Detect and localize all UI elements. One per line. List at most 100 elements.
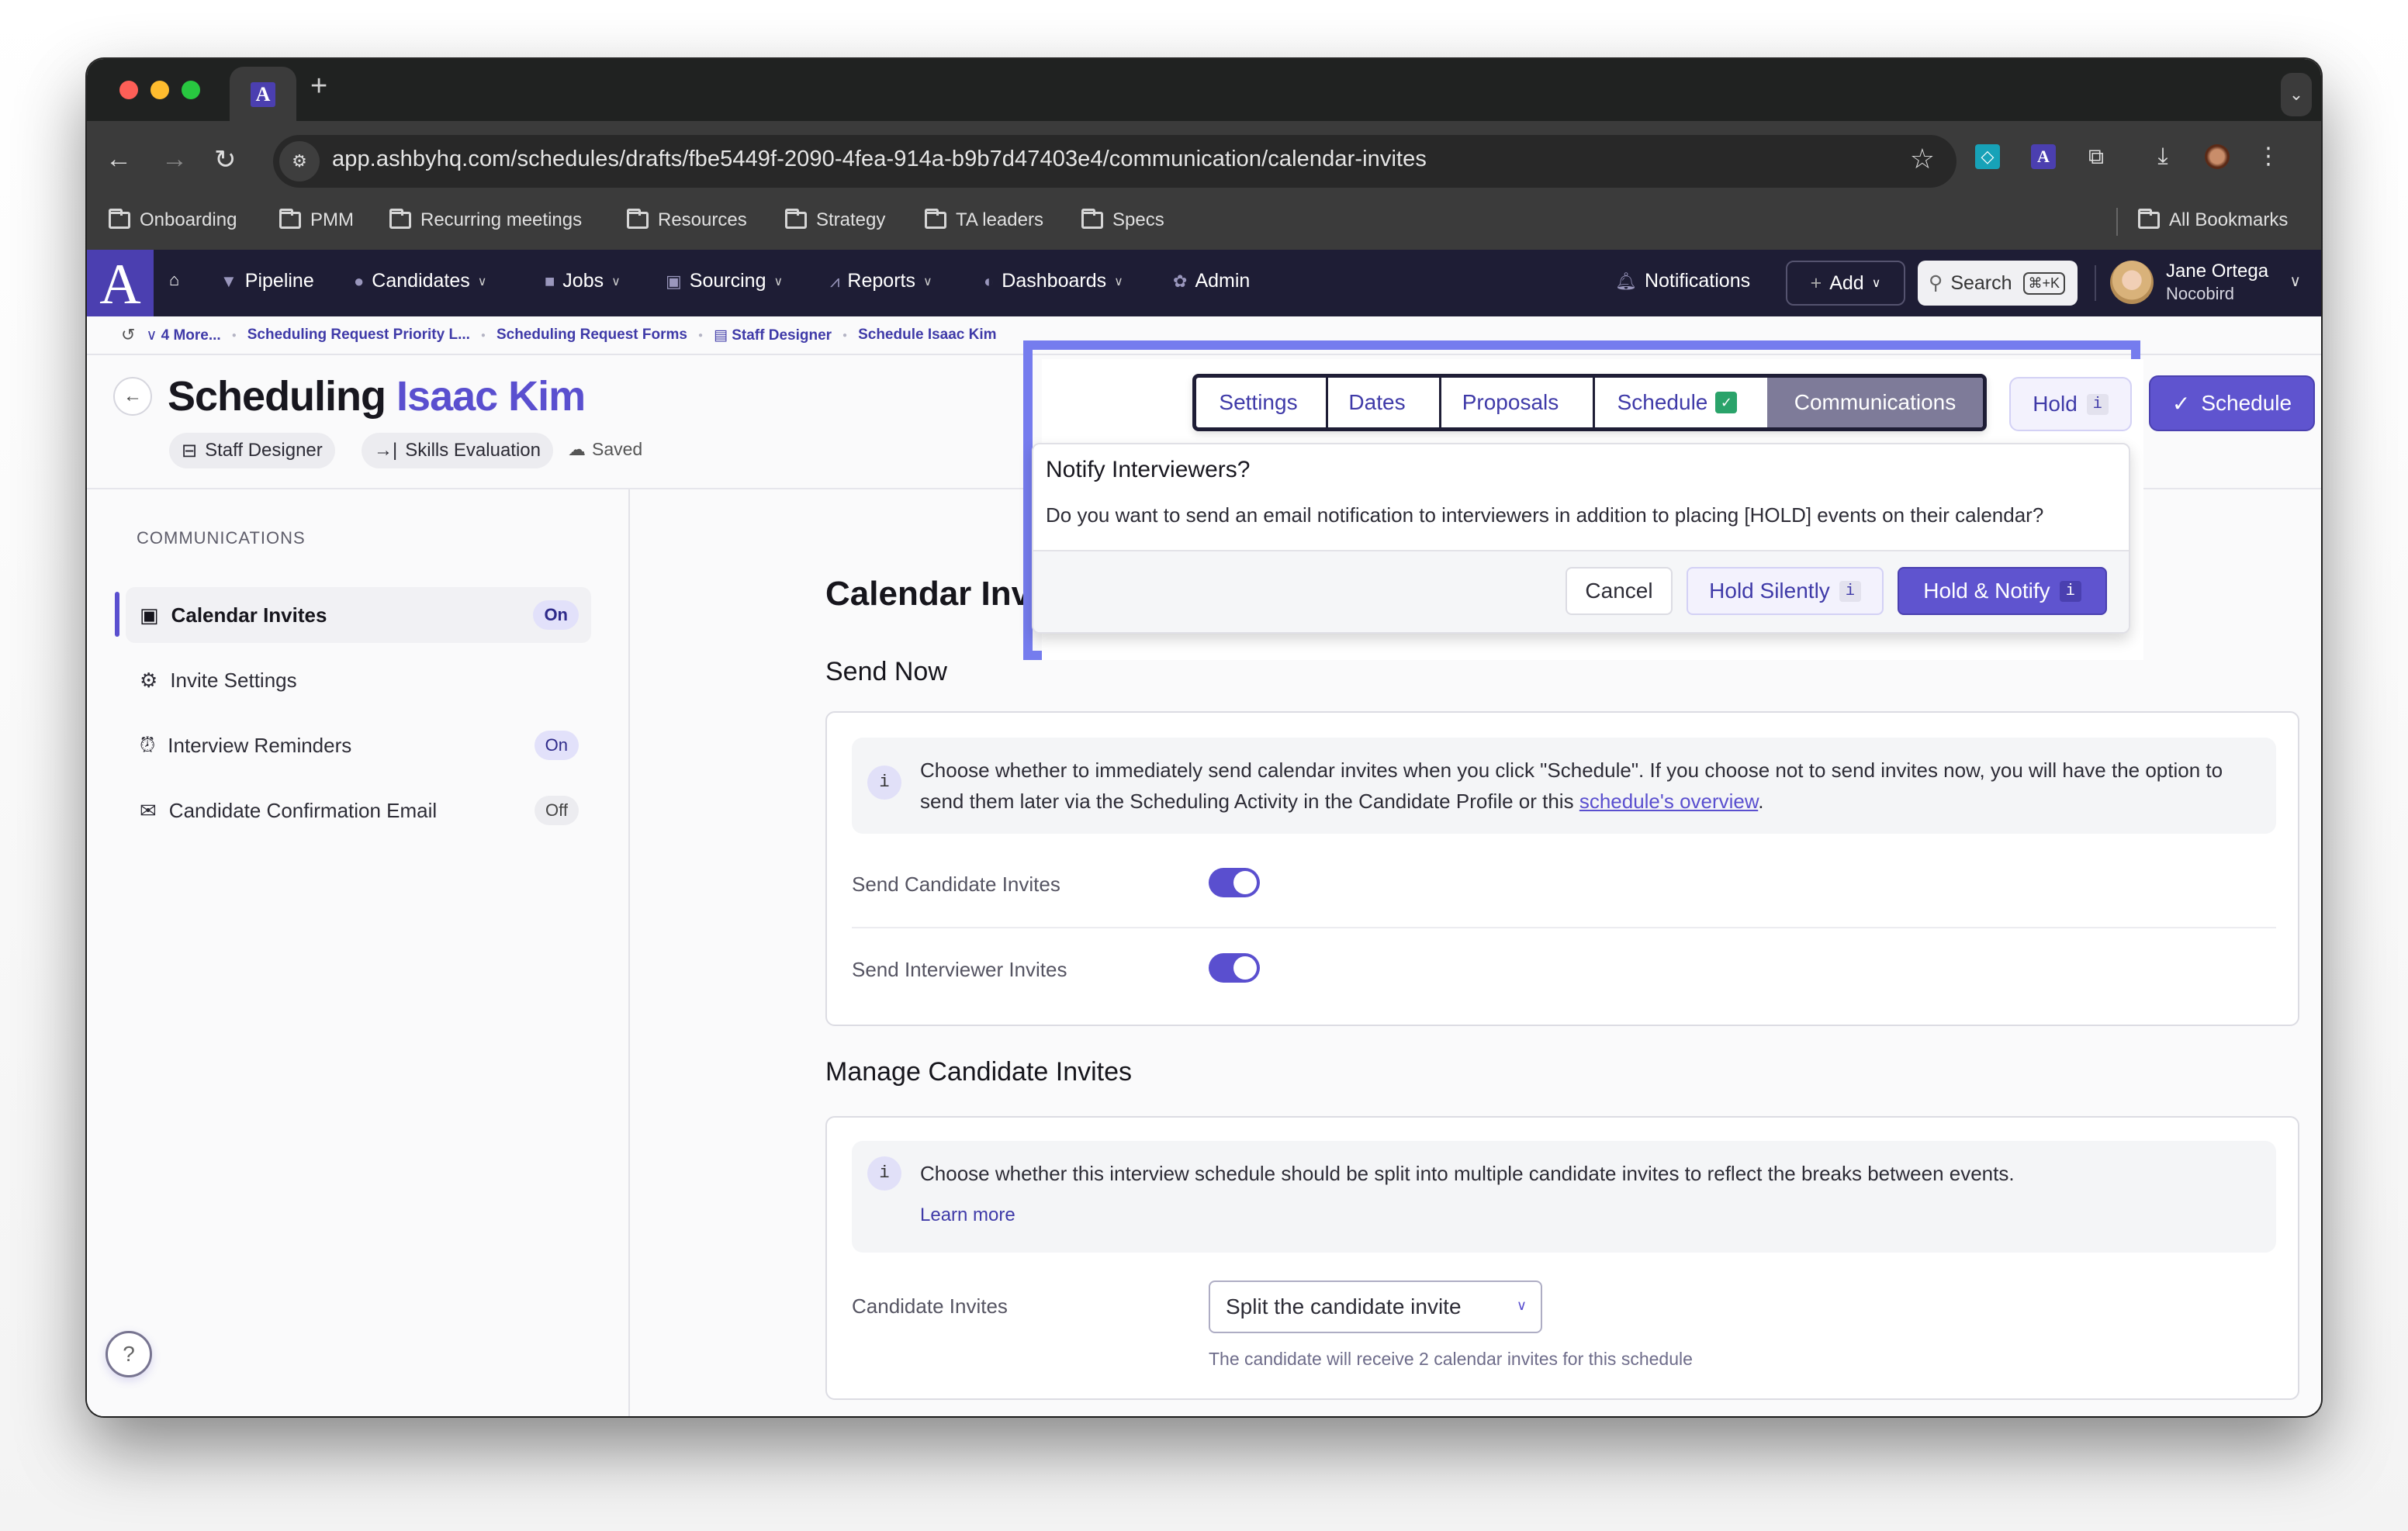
learn-more-link[interactable]: Learn more — [920, 1200, 2253, 1231]
user-avatar[interactable] — [2110, 261, 2154, 304]
breadcrumb-item[interactable]: Scheduling Request Forms — [496, 327, 687, 344]
schedule-button[interactable]: ✓ Schedule — [2149, 375, 2315, 431]
notify-interviewers-popover: Notify Interviewers? Do you want to send… — [1032, 443, 2130, 634]
bookmark-ta-leaders[interactable]: TA leaders — [925, 209, 1043, 231]
info-icon: i — [1839, 580, 1861, 602]
reload-icon[interactable]: ↻ — [214, 144, 237, 175]
notifications-button[interactable]: 🔔︎ Notifications — [1615, 270, 1750, 292]
sidebar-item-candidate-confirmation-email[interactable]: ✉ Candidate Confirmation Email Off — [126, 783, 591, 838]
breadcrumb-separator: ● — [480, 330, 486, 340]
breadcrumb-separator: ● — [231, 330, 237, 340]
download-icon[interactable]: ⤓ — [2150, 144, 2175, 169]
user-name[interactable]: Jane Ortega — [2166, 261, 2268, 282]
nav-sourcing[interactable]: ▣ Sourcing ∨ — [666, 270, 783, 292]
chevron-down-icon: ∨ — [1516, 1298, 1527, 1313]
site-settings-icon[interactable]: ⚙ — [279, 141, 320, 181]
nav-jobs[interactable]: ■ Jobs ∨ — [545, 270, 621, 292]
url-text[interactable]: app.ashbyhq.com/schedules/drafts/fbe5449… — [332, 147, 1427, 172]
candidate-name-link[interactable]: Isaac Kim — [396, 373, 586, 420]
back-arrow-icon[interactable]: ← — [106, 144, 132, 175]
sidebar-item-calendar-invites[interactable]: ▣ Calendar Invites On — [126, 587, 591, 643]
send-now-heading: Send Now — [825, 657, 947, 686]
status-badge: On — [533, 600, 579, 630]
manage-heading: Manage Candidate Invites — [825, 1057, 1133, 1087]
step-settings[interactable]: Settings — [1196, 378, 1320, 427]
breadcrumb-item[interactable]: ▤ Staff Designer — [714, 327, 832, 344]
bookmark-recurring-meetings[interactable]: Recurring meetings — [389, 209, 582, 231]
nav-pipeline[interactable]: ▼ Pipeline — [220, 270, 314, 292]
nav-reports[interactable]: ⩘ Reports ∨ — [830, 270, 932, 292]
extension-diamond-icon[interactable]: ◇ — [1975, 144, 2000, 169]
nav-dashboards[interactable]: ◐ Dashboards ∨ — [984, 270, 1123, 292]
bookmark-onboarding[interactable]: Onboarding — [109, 209, 237, 231]
hold-button[interactable]: Hold i — [2009, 377, 2132, 431]
send-now-card: i Choose whether to immediately send cal… — [825, 711, 2299, 1026]
nav-admin[interactable]: ✿ Admin — [1173, 270, 1250, 292]
browser-tab[interactable]: A — [230, 67, 296, 123]
chevron-down-icon: ∨ — [922, 275, 932, 289]
breadcrumb-item[interactable]: Schedule Isaac Kim — [858, 327, 996, 344]
row-divider — [852, 927, 2276, 928]
profile-avatar[interactable] — [2205, 144, 2230, 169]
bookmark-star-icon[interactable]: ☆ — [1910, 143, 1935, 175]
search-button[interactable]: ⚲ Search ⌘+K — [1918, 261, 2078, 306]
bookmarks-bar: Onboarding PMM Recurring meetings Resour… — [87, 195, 2321, 250]
step-communications[interactable]: Communications — [1767, 378, 1983, 427]
bookmark-pmm[interactable]: PMM — [279, 209, 354, 231]
breadcrumb-more[interactable]: ∨ 4 More... — [146, 327, 220, 344]
add-button[interactable]: + Add ∨ — [1786, 261, 1905, 306]
help-button[interactable]: ? — [106, 1331, 152, 1377]
shortcut-badge: ⌘+K — [2022, 271, 2066, 295]
hold-silently-button[interactable]: Hold Silently i — [1687, 567, 1884, 615]
bookmarks-divider — [2116, 208, 2118, 236]
bookmark-specs[interactable]: Specs — [1081, 209, 1164, 231]
arrow-to-bar-icon: →| — [374, 440, 398, 461]
job-chip[interactable]: ⊟ Staff Designer — [169, 433, 335, 468]
envelope-icon: ✉ — [140, 798, 157, 822]
send-candidate-invites-label: Send Candidate Invites — [852, 873, 1060, 896]
step-dates[interactable]: Dates — [1320, 378, 1434, 427]
minimize-window-button[interactable] — [150, 81, 169, 99]
popover-footer: Cancel Hold Silently i Hold & Notify i — [1033, 550, 2129, 632]
check-icon: ✓ — [2171, 391, 2191, 416]
alarm-clock-icon: ⏰︎ — [140, 733, 156, 756]
step-schedule[interactable]: Schedule ✓ — [1587, 378, 1767, 427]
send-interviewer-invites-toggle[interactable] — [1209, 953, 1260, 983]
ashby-extension-icon[interactable]: A — [2031, 144, 2056, 169]
tab-search-chevron-icon[interactable]: ⌄ — [2281, 73, 2312, 116]
home-icon[interactable]: ⌂ — [169, 270, 179, 290]
folder-icon — [627, 209, 649, 229]
extensions-puzzle-icon[interactable]: ⧉ — [2084, 144, 2109, 169]
forward-arrow-icon[interactable]: → — [161, 144, 188, 175]
bookmark-strategy[interactable]: Strategy — [785, 209, 885, 231]
active-indicator — [115, 592, 119, 637]
sidebar-item-interview-reminders[interactable]: ⏰︎ Interview Reminders On — [126, 717, 591, 773]
user-org: Nocobird — [2166, 284, 2235, 303]
close-window-button[interactable] — [119, 81, 138, 99]
maximize-window-button[interactable] — [182, 81, 200, 99]
bookmark-resources[interactable]: Resources — [627, 209, 747, 231]
stage-chip[interactable]: →| Skills Evaluation — [362, 433, 553, 468]
send-candidate-invites-toggle[interactable] — [1209, 868, 1260, 897]
back-button[interactable]: ← — [113, 377, 152, 416]
new-tab-button[interactable]: + — [310, 70, 327, 103]
chevron-down-icon[interactable]: ∨ — [2289, 271, 2301, 291]
hold-and-notify-button[interactable]: Hold & Notify i — [1898, 567, 2107, 615]
bell-icon: 🔔︎ — [1615, 271, 1637, 291]
popover-title: Notify Interviewers? — [1046, 457, 1251, 482]
tab-strip: A + ⌄ — [87, 59, 2321, 123]
address-bar[interactable]: ⚙ app.ashbyhq.com/schedules/drafts/fbe54… — [273, 135, 1956, 188]
history-icon[interactable]: ↺ — [121, 325, 135, 345]
all-bookmarks[interactable]: All Bookmarks — [2138, 209, 2288, 231]
breadcrumb-item[interactable]: Scheduling Request Priority L... — [247, 327, 470, 344]
candidate-invites-select[interactable]: Split the candidate invite ∨ — [1209, 1280, 1542, 1333]
nav-candidates[interactable]: ● Candidates ∨ — [354, 270, 487, 292]
browser-menu-icon[interactable]: ⋮ — [2256, 144, 2281, 169]
ashby-logo[interactable]: A — [87, 250, 154, 316]
plus-icon: + — [1810, 271, 1822, 294]
sidebar-item-invite-settings[interactable]: ⚙ Invite Settings — [126, 652, 591, 708]
folder-icon — [109, 209, 130, 229]
step-proposals[interactable]: Proposals — [1434, 378, 1587, 427]
cancel-button[interactable]: Cancel — [1566, 567, 1673, 615]
schedule-overview-link[interactable]: schedule's overview — [1579, 790, 1758, 813]
